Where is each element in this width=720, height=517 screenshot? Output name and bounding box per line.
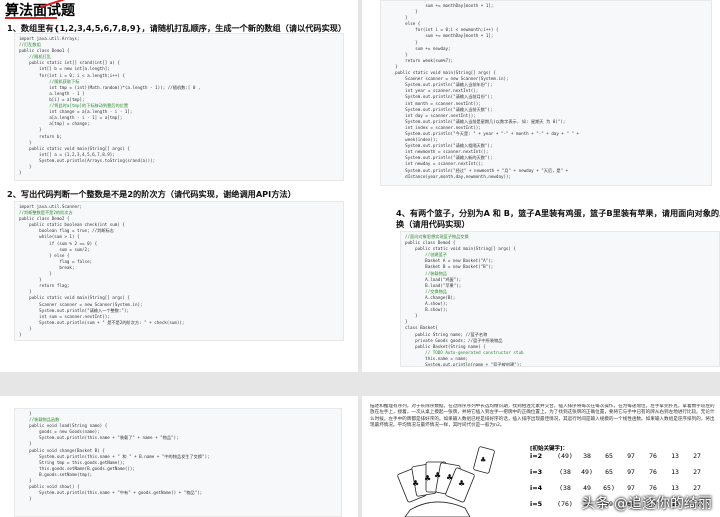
sort-cell: 76 bbox=[649, 452, 657, 460]
sort-cell: 27 bbox=[693, 468, 701, 476]
code-line: } bbox=[19, 496, 32, 502]
sort-cell: 76 bbox=[649, 484, 657, 492]
code-line: } bbox=[19, 331, 22, 337]
sort-row-label: i=4 bbox=[530, 484, 543, 492]
sort-cell: 49) bbox=[581, 468, 593, 476]
playing-cards-illustration: ♣ ♣ ♣ ♣ ♣ ♣ bbox=[397, 446, 495, 517]
code-block-2: import java.util.Scanner;//判断整数是不是2的阶次方 p… bbox=[14, 201, 344, 341]
code-block-5: } //装载物品函数 public void load(String name)… bbox=[14, 408, 342, 517]
sort-row-label: i=2 bbox=[530, 452, 543, 460]
sort-cell: 65) bbox=[603, 484, 615, 492]
single-card: ♣ bbox=[473, 446, 495, 474]
sort-row: i=3 (38 49) 65 97 76 13 27 bbox=[530, 468, 708, 476]
sort-cell: 13 bbox=[671, 468, 679, 476]
sort-cell: 38 bbox=[583, 452, 591, 460]
svg-text:♣: ♣ bbox=[458, 479, 465, 488]
document-page-3: } //装载物品函数 public void load(String name)… bbox=[0, 396, 358, 517]
sort-cell: 97 bbox=[627, 484, 635, 492]
sort-cell: 27 bbox=[693, 484, 701, 492]
document-page-4: 描述和推理有序列，对于长除序数据，在过除序序列中长选均精识期，找到相连元素并交合… bbox=[362, 396, 720, 517]
sort-row: i=4 (38 49 65) 97 76 13 27 bbox=[530, 484, 708, 492]
sort-cell: 49 bbox=[583, 484, 591, 492]
sort-row: i=2 (49) 38 65 97 76 13 27 bbox=[530, 452, 708, 460]
code-block-4: //面向对象思想实现篮子物品交换 public class Demo4 { pub… bbox=[400, 231, 720, 367]
sort-row-label: i=5 bbox=[530, 500, 543, 508]
svg-text:♣: ♣ bbox=[480, 456, 486, 464]
sort-cell: 65 bbox=[605, 452, 613, 460]
card-hand: ♣ ♣ ♣ ♣ ♣ bbox=[397, 461, 475, 517]
svg-text:♣: ♣ bbox=[446, 473, 453, 482]
sort-cell: (49) bbox=[557, 452, 573, 460]
code-block-1: import java.util.Arrays;//打乱数组 public cla… bbox=[14, 33, 344, 181]
insertion-sort-description: 描述和推理有序列，对于长除序数据，在过除序序列中长选均精识期，找到相连元素并交合… bbox=[370, 404, 715, 429]
sort-cell: 65 bbox=[605, 468, 613, 476]
question-2: 2、写出代码判断一个整数是不是2的阶次方（请代码实现，谢绝调用API方法） bbox=[7, 189, 296, 199]
sort-cell: (38 bbox=[559, 484, 571, 492]
sort-cell: (38 bbox=[559, 468, 571, 476]
document-page-1: 算法面试题 1、数组里有{1,2,3,4,5,6,7,8,9}，请随机打乱顺序，… bbox=[0, 0, 358, 372]
code-line: dIstance(year,month,day,newmonth,newday)… bbox=[385, 173, 512, 179]
svg-text:♣: ♣ bbox=[434, 471, 441, 480]
sort-cell: (76) bbox=[557, 500, 573, 508]
sort-cell: 27 bbox=[693, 452, 701, 460]
watermark: 头条 @追逐你的绮丽 bbox=[581, 496, 712, 512]
code-line: } bbox=[19, 170, 22, 176]
document-page-2: sum += monthDay[month + 1]; } } else { f… bbox=[362, 0, 720, 372]
svg-text:♣: ♣ bbox=[412, 479, 419, 488]
title-underline bbox=[5, 17, 57, 19]
sort-cell: 97 bbox=[627, 452, 635, 460]
code-line: System.out.println(name + "篮子被创建"); bbox=[405, 361, 522, 367]
code-block-3: sum += monthDay[month + 1]; } } else { f… bbox=[380, 0, 712, 186]
sort-row-label: i=3 bbox=[530, 468, 543, 476]
sort-cell: 13 bbox=[671, 452, 679, 460]
sort-cell: 13 bbox=[671, 484, 679, 492]
question-4-line-2: 换（请用代码实现） bbox=[396, 219, 470, 229]
sort-cell: 97 bbox=[627, 468, 635, 476]
svg-text:♣: ♣ bbox=[424, 474, 431, 483]
sort-label: [初始关键字]： bbox=[530, 446, 569, 452]
sort-cell: 76 bbox=[649, 468, 657, 476]
